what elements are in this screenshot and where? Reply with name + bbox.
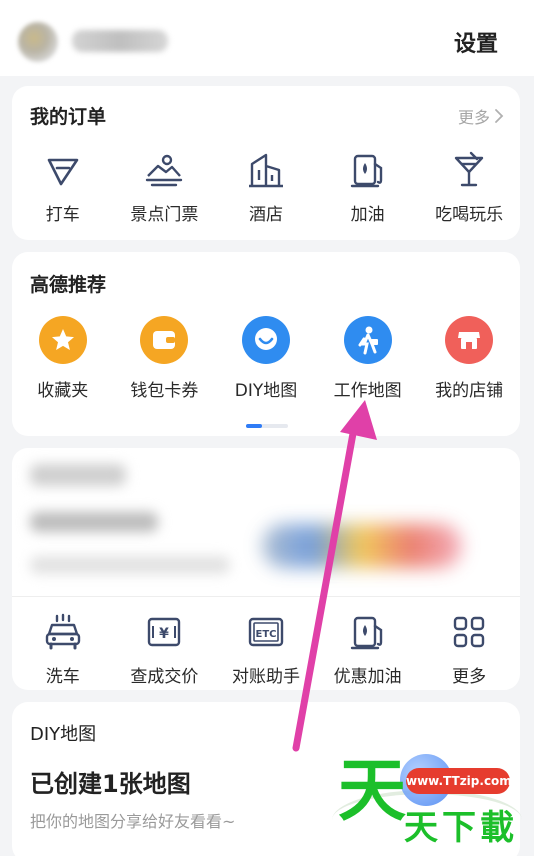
blurred-graphic (262, 524, 462, 568)
blurred-title (30, 464, 126, 486)
service-item-label: 优惠加油 (333, 667, 402, 687)
order-item-label: 酒店 (248, 205, 283, 225)
watermark-logo-char: 天 (338, 752, 407, 831)
recommend-item-wallet[interactable]: 钱包卡券 (114, 316, 216, 401)
scenic-ticket-icon (146, 154, 183, 187)
username-blurred[interactable] (72, 30, 168, 52)
etc-icon: ETC (248, 617, 284, 647)
recommend-item-label: 收藏夹 (37, 381, 89, 401)
recommend-item-work-map[interactable]: 工作地图 (317, 316, 419, 401)
service-item-discount-fuel[interactable]: 优惠加油 (317, 612, 419, 687)
diy-map-subtitle: 把你的地图分享给好友看看~ (30, 812, 236, 831)
watermark-url-badge: www.TTzip.com (406, 768, 512, 794)
avatar[interactable] (18, 22, 58, 62)
recommend-title: 高德推荐 (30, 274, 107, 296)
order-item-hotel[interactable]: 酒店 (215, 150, 317, 225)
recommend-item-label: 我的店铺 (435, 381, 504, 401)
service-item-label: 更多 (452, 667, 487, 687)
grid-more-icon (453, 616, 485, 648)
car-wash-icon (45, 613, 80, 650)
recommend-item-diy-map[interactable]: DIY地图 (215, 316, 317, 401)
diy-map-headline: 已创建1张地图 (30, 770, 191, 798)
page-indicator (246, 424, 288, 428)
recommend-card: 高德推荐 收藏夹 钱包卡券 DIY地图 工作地图 我的店铺 (12, 252, 520, 436)
blurred-value (30, 512, 158, 532)
chevron-right-icon (495, 109, 504, 123)
orders-more-link[interactable]: 更多 (458, 104, 504, 128)
my-orders-card: 我的订单 更多 打车 景点门票 酒店 加油 吃喝玩乐 (12, 86, 520, 240)
service-item-label: 查成交价 (130, 667, 199, 687)
recommend-item-label: DIY地图 (234, 381, 298, 401)
top-bar: 设置 (0, 0, 534, 76)
fuel-icon (350, 154, 382, 188)
order-item-taxi[interactable]: 打车 (12, 150, 114, 225)
service-item-more[interactable]: 更多 (418, 612, 520, 687)
blurred-caption (30, 556, 230, 574)
service-item-price-check[interactable]: ¥ 查成交价 (114, 612, 216, 687)
diy-map-icon (241, 316, 290, 364)
etc-icon-label: ETC (255, 629, 276, 640)
recommend-item-label: 钱包卡券 (130, 381, 199, 401)
orders-more-label: 更多 (457, 108, 490, 127)
order-item-scenic-ticket[interactable]: 景点门票 (114, 150, 216, 225)
recommend-item-my-shop[interactable]: 我的店铺 (418, 316, 520, 401)
service-item-reconcile[interactable]: ETC 对账助手 (215, 612, 317, 687)
price-check-icon: ¥ (148, 617, 181, 647)
hotel-icon (248, 153, 283, 188)
divider (12, 596, 520, 597)
discount-fuel-icon (350, 616, 382, 650)
taxi-icon (47, 158, 79, 186)
work-map-icon (343, 316, 392, 364)
service-item-label: 对账助手 (231, 667, 300, 687)
star-icon (38, 316, 87, 364)
watermark-logo-text: 天下載 (404, 808, 518, 848)
order-item-label: 景点门票 (130, 205, 199, 225)
services-card: 洗车 ¥ 查成交价 ETC 对账助手 优惠加油 更多 (12, 448, 520, 690)
diy-map-title: DIY地图 (30, 724, 97, 745)
recommend-item-favorites[interactable]: 收藏夹 (12, 316, 114, 401)
order-item-label: 加油 (350, 205, 385, 225)
order-item-label: 吃喝玩乐 (435, 205, 504, 225)
recommend-item-label: 工作地图 (333, 381, 402, 401)
order-item-fuel[interactable]: 加油 (317, 150, 419, 225)
shop-icon (445, 316, 494, 364)
cocktail-icon (454, 151, 484, 187)
service-item-car-wash[interactable]: 洗车 (12, 612, 114, 687)
order-item-label: 打车 (45, 205, 80, 225)
service-item-label: 洗车 (45, 667, 80, 687)
page-indicator-active (246, 424, 262, 428)
settings-button[interactable]: 设置 (454, 26, 498, 58)
blurred-banner[interactable] (12, 448, 520, 596)
my-orders-title: 我的订单 (30, 106, 107, 128)
wallet-icon (140, 316, 189, 364)
order-item-entertainment[interactable]: 吃喝玩乐 (418, 150, 520, 225)
price-check-icon-symbol: ¥ (160, 626, 170, 642)
